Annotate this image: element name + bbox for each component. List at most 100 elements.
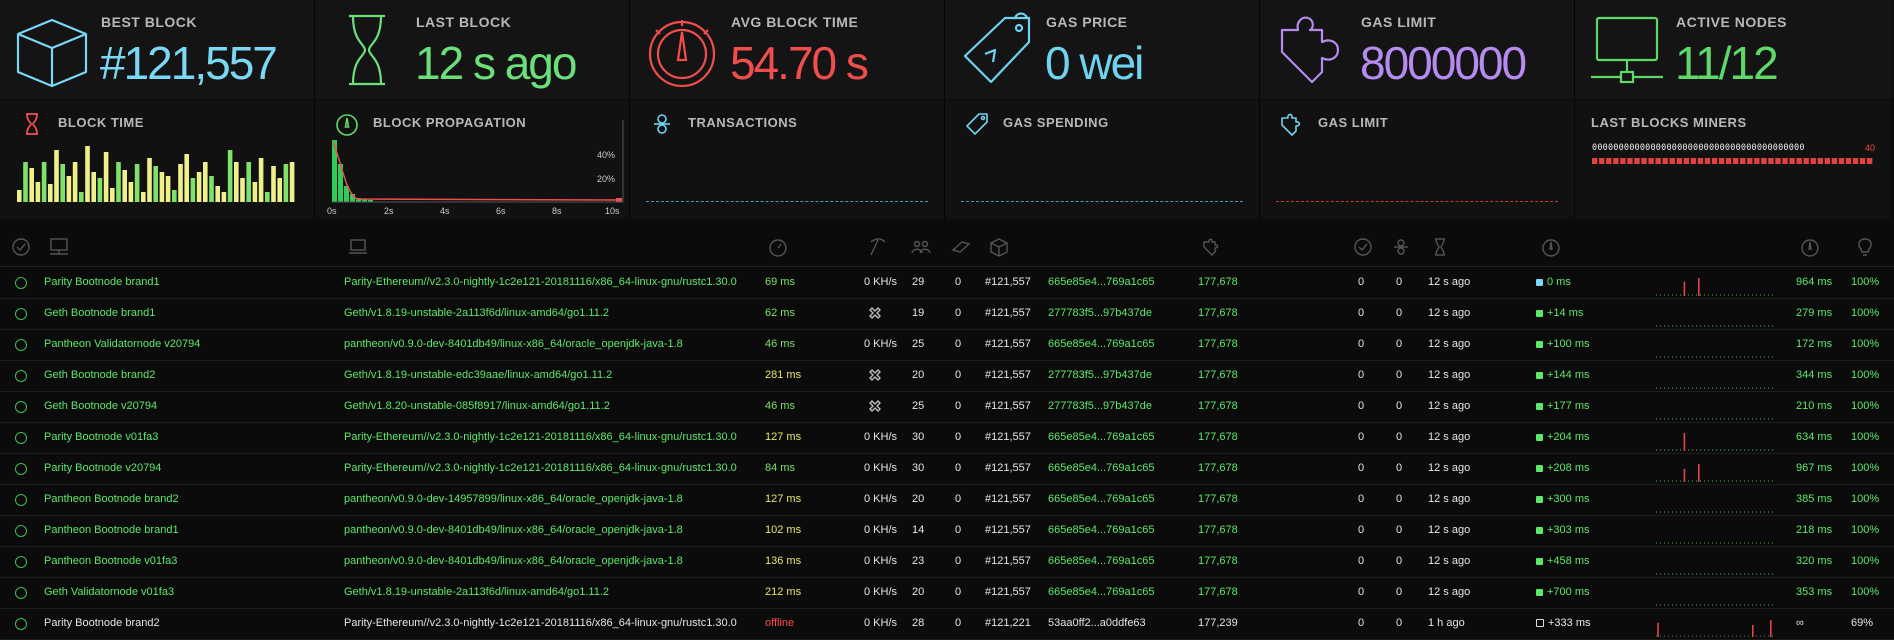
node-uptime: 100% [1851, 338, 1880, 350]
check-icon[interactable] [10, 236, 32, 258]
node-block: #121,557 [985, 400, 1031, 412]
node-status-circle [15, 308, 27, 320]
miner-block [1768, 158, 1774, 164]
node-uptime: 100% [1851, 369, 1880, 381]
last-blocks-miners-panel: LAST BLOCKS MINERS 000000000000000000000… [1575, 100, 1890, 219]
history-spike [1770, 620, 1772, 637]
not-mining-icon [869, 307, 881, 319]
table-row[interactable]: Parity Bootnode v20794 Parity-Ethereum//… [0, 454, 1894, 485]
propagation-history-chart [1656, 418, 1776, 420]
node-name[interactable]: Pantheon Bootnode brand2 [44, 493, 179, 505]
node-name[interactable]: Pantheon Validatornode v20794 [44, 338, 200, 350]
node-peers: 20 [912, 369, 925, 381]
miner-block [1683, 158, 1690, 164]
history-spike [1657, 622, 1659, 637]
table-row[interactable]: Geth Bootnode brand2 Geth/v1.8.19-unstab… [0, 361, 1894, 392]
node-name[interactable]: Pantheon Bootnode brand1 [44, 524, 179, 536]
node-gas-limit: 177,678 [1198, 307, 1238, 319]
node-status-circle [15, 618, 27, 630]
gas-limit-icon[interactable] [1201, 236, 1223, 258]
node-client: pantheon/v0.9.0-dev-8401db49/linux-x86_6… [344, 338, 683, 350]
table-row[interactable]: Pantheon Bootnode brand1 pantheon/v0.9.0… [0, 516, 1894, 547]
node-block: #121,557 [985, 555, 1031, 567]
miner-block [1592, 158, 1598, 164]
block-time-bar [122, 170, 127, 202]
mining-icon[interactable] [867, 236, 889, 258]
propagation-indicator [1536, 433, 1543, 441]
node-name[interactable]: Parity Bootnode brand1 [44, 276, 160, 288]
node-avg-propagation: 964 ms [1796, 276, 1833, 288]
table-row[interactable]: Pantheon Bootnode v01fa3 pantheon/v0.9.0… [0, 547, 1894, 578]
node-pending: 0 [955, 462, 962, 474]
node-last-block: 12 s ago [1428, 307, 1471, 319]
miner-block [1620, 158, 1626, 164]
node-name[interactable]: Geth Bootnode v20794 [44, 400, 157, 412]
miner-block [1775, 158, 1781, 164]
block-time-bar [215, 186, 220, 202]
miner-block [1796, 158, 1802, 164]
avg-propagation-icon[interactable] [1799, 236, 1821, 258]
node-last-block: 12 s ago [1428, 400, 1471, 412]
block-time-bar [246, 162, 251, 202]
node-uptime: 100% [1851, 400, 1880, 412]
miner-blocks-bar [1592, 158, 1873, 164]
hourglass-icon [349, 14, 385, 86]
node-name[interactable]: Geth Validatornode v01fa3 [44, 586, 174, 598]
table-row[interactable]: Geth Validatornode v01fa3 Geth/v1.8.19-u… [0, 578, 1894, 609]
block-time-bar [240, 178, 245, 202]
uptime-icon[interactable] [1854, 236, 1876, 258]
table-row[interactable]: Parity Bootnode v01fa3 Parity-Ethereum//… [0, 423, 1894, 454]
block-time-bar [271, 166, 276, 202]
propagation-icon[interactable] [1540, 236, 1562, 258]
node-block: #121,557 [985, 276, 1031, 288]
node-name[interactable]: Parity Bootnode brand2 [44, 617, 160, 629]
latency-icon[interactable] [767, 236, 789, 258]
node-block: #121,557 [985, 586, 1031, 598]
node-propagation: +100 ms [1536, 338, 1590, 350]
node-transactions: 0 [1396, 307, 1403, 319]
node-icon[interactable] [48, 236, 70, 258]
table-row[interactable]: Pantheon Bootnode brand2 pantheon/v0.9.0… [0, 485, 1894, 516]
transactions-icon[interactable] [1390, 236, 1412, 258]
node-name[interactable]: Geth Bootnode brand1 [44, 307, 155, 319]
miner-block [1754, 158, 1760, 164]
block-time-icon[interactable] [1429, 236, 1451, 258]
node-block-hash: 665e85e4...769a1c65 [1048, 276, 1155, 288]
node-peers: 25 [912, 338, 925, 350]
node-name[interactable]: Pantheon Bootnode v01fa3 [44, 555, 177, 567]
node-name[interactable]: Parity Bootnode v01fa3 [44, 431, 158, 443]
block-time-bar [23, 162, 28, 202]
table-row[interactable]: Pantheon Validatornode v20794 pantheon/v… [0, 330, 1894, 361]
miner-block [1733, 158, 1739, 164]
node-status-circle [15, 432, 27, 444]
table-row[interactable]: Geth Bootnode brand1 Geth/v1.8.19-unstab… [0, 299, 1894, 330]
table-row[interactable]: Parity Bootnode brand1 Parity-Ethereum//… [0, 268, 1894, 299]
node-pending: 0 [955, 276, 962, 288]
node-name[interactable]: Geth Bootnode brand2 [44, 369, 155, 381]
miner-block [1669, 158, 1675, 164]
node-gas-limit: 177,678 [1198, 400, 1238, 412]
node-block: #121,557 [985, 307, 1031, 319]
node-peers: 28 [912, 617, 925, 629]
propagation-indicator [1536, 464, 1543, 472]
table-row[interactable]: Geth Bootnode v20794 Geth/v1.8.20-unstab… [0, 392, 1894, 423]
puzzle-icon [1281, 113, 1301, 136]
node-uptime: 100% [1851, 493, 1880, 505]
node-status-circle [15, 339, 27, 351]
node-avg-propagation: 344 ms [1796, 369, 1833, 381]
client-icon[interactable] [347, 236, 369, 258]
node-latency: 136 ms [765, 555, 802, 567]
peers-icon[interactable] [910, 236, 932, 258]
pending-icon[interactable] [950, 236, 972, 258]
table-row[interactable]: Parity Bootnode brand2 Parity-Ethereum//… [0, 609, 1894, 640]
uncles-icon[interactable] [1352, 236, 1374, 258]
block-icon[interactable] [988, 236, 1010, 258]
propagation-indicator [1536, 340, 1543, 348]
stat-value: 0 wei [1045, 37, 1144, 89]
node-name[interactable]: Parity Bootnode v20794 [44, 462, 161, 474]
node-hashrate: 0 KH/s [864, 586, 898, 598]
miner-block [1866, 158, 1873, 164]
node-uptime: 100% [1851, 431, 1880, 443]
x-tick-label: 2s [384, 206, 394, 216]
node-latency: 46 ms [765, 400, 795, 412]
